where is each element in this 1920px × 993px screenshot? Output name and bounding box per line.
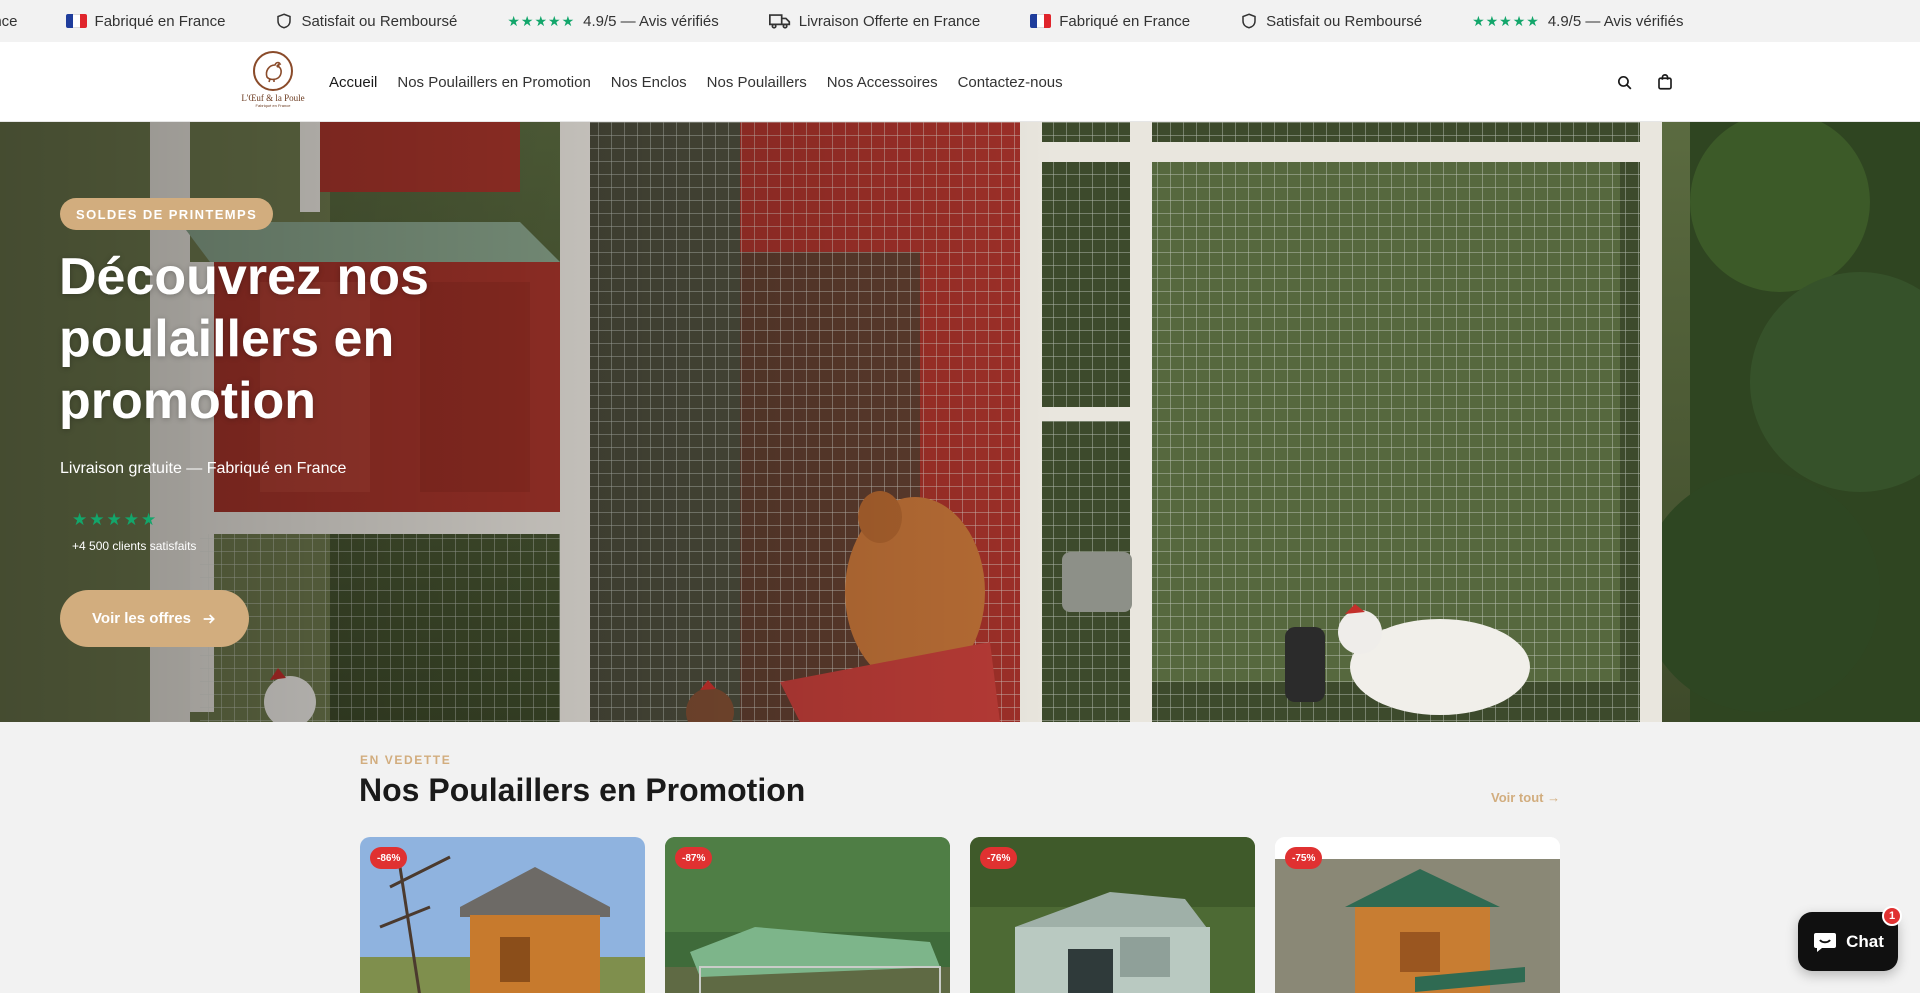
chat-label: Chat — [1846, 931, 1884, 951]
announcement-text: 4.9/5 — Avis vérifiés — [583, 12, 719, 30]
nav-item-enclos[interactable]: Nos Enclos — [611, 74, 687, 91]
stars-icon: ★★★★★ — [1472, 12, 1540, 29]
arrow-right-icon — [203, 613, 215, 624]
main-nav: Accueil Nos Poulaillers en Promotion Nos… — [329, 42, 1063, 122]
view-all-link[interactable]: Voir tout → — [1491, 790, 1560, 805]
nav-item-contact[interactable]: Contactez-nous — [958, 74, 1063, 91]
announcement-text: 4.9/5 — Avis vérifiés — [1547, 12, 1684, 30]
nav-item-poulaillers-promotion[interactable]: Nos Poulaillers en Promotion — [397, 74, 590, 91]
announcement-item: rance — [0, 13, 18, 30]
announcement-item: Satisfait ou Remboursé — [275, 12, 457, 30]
site-header: L'Œuf & la Poule Fabriqué en France Accu… — [0, 42, 1920, 122]
announcement-item: Satisfait ou Remboursé — [1240, 12, 1422, 30]
hero-title: Découvrez nos poulaillers en promotion — [59, 248, 429, 430]
promo-badge: SOLDES DE PRINTEMPS — [60, 198, 274, 230]
truck-icon — [768, 14, 790, 29]
nav-item-accessoires[interactable]: Nos Accessoires — [827, 74, 938, 91]
product-card[interactable]: -86% — [360, 837, 645, 993]
hen-logo-icon — [253, 51, 293, 91]
view-offers-label: Voir les offres — [92, 610, 191, 627]
flag-fr-icon — [1030, 14, 1052, 28]
discount-badge: -87% — [675, 847, 713, 869]
chat-bubble-icon — [1814, 932, 1837, 952]
chat-unread-badge: 1 — [1882, 906, 1902, 926]
announcement-text: Fabriqué en France — [1059, 12, 1191, 30]
shield-icon — [1242, 13, 1256, 29]
product-card[interactable]: -76% — [970, 837, 1255, 993]
logo[interactable]: L'Œuf & la Poule Fabriqué en France — [238, 51, 308, 113]
rating-stars-icon: ★★★★★ — [72, 510, 159, 529]
announcement-text: Satisfait ou Remboursé — [1266, 12, 1423, 30]
section-title: Nos Poulaillers en Promotion — [359, 772, 806, 808]
announcement-track: rance Fabriqué en France Satisfait ou Re… — [0, 0, 1733, 42]
discount-badge: -76% — [980, 847, 1018, 869]
cart-bag-icon[interactable] — [1654, 71, 1676, 93]
shield-icon — [277, 13, 292, 29]
product-card[interactable]: -75% — [1275, 837, 1560, 993]
search-icon[interactable] — [1613, 71, 1635, 93]
discount-badge: -75% — [1285, 847, 1323, 869]
announcement-item: Livraison Offerte en France — [768, 12, 981, 30]
announcement-item: Fabriqué en France — [65, 12, 226, 30]
nav-item-accueil[interactable]: Accueil — [329, 74, 377, 91]
brand-tagline: Fabriqué en France — [255, 103, 291, 108]
view-offers-button[interactable]: Voir les offres — [60, 590, 249, 647]
brand-name: L'Œuf & la Poule — [241, 93, 305, 103]
hero-banner: SOLDES DE PRINTEMPS Découvrez nos poulai… — [0, 122, 1920, 722]
product-card[interactable]: -87% — [665, 837, 950, 993]
discount-badge: -86% — [370, 847, 408, 869]
announcement-text: Satisfait ou Remboursé — [301, 12, 458, 30]
announcement-text: rance — [0, 12, 18, 30]
hero-subtitle: Livraison gratuite — Fabriqué en France — [60, 460, 347, 477]
announcement-item: ★★★★★ 4.9/5 — Avis vérifiés — [507, 13, 718, 30]
stars-icon: ★★★★★ — [507, 12, 576, 29]
nav-item-poulaillers[interactable]: Nos Poulaillers — [707, 74, 807, 91]
flag-fr-icon — [65, 14, 87, 28]
clients-count: +4 500 clients satisfaits — [72, 539, 197, 553]
announcement-item: Fabriqué en France — [1030, 13, 1190, 30]
announcement-item: ★★★★★ 4.9/5 — Avis vérifiés — [1472, 13, 1683, 30]
announcement-bar: rance Fabriqué en France Satisfait ou Re… — [0, 0, 1920, 42]
announcement-text: Fabriqué en France — [94, 12, 226, 30]
section-eyebrow: EN VEDETTE — [360, 753, 452, 767]
announcement-text: Livraison Offerte en France — [798, 12, 981, 30]
